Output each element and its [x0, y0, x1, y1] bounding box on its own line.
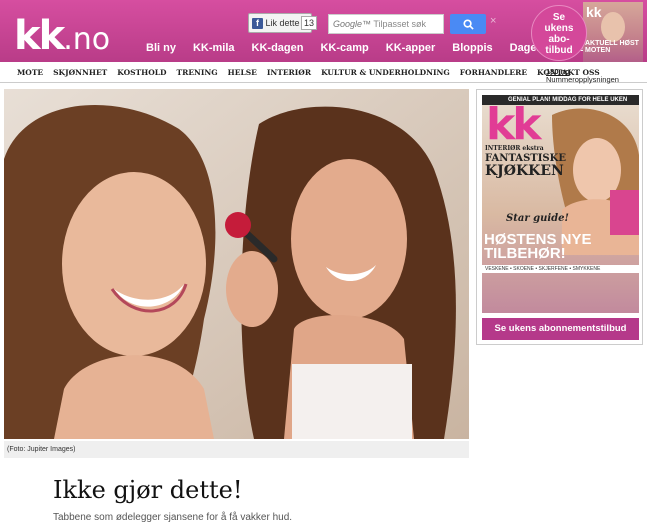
cover-headline: HØSTENS NYE TILBEHØR!: [484, 231, 592, 262]
nav-item-kk-mila[interactable]: KK-mila: [193, 42, 235, 54]
thumbnail-text: AKTUELL HØST MOTEN: [585, 40, 639, 54]
nav-item-kk-camp[interactable]: KK-camp: [320, 42, 368, 54]
search-placeholder: Tilpasset søk: [373, 19, 427, 29]
search-input[interactable]: Google™ Tilpasset søk: [328, 14, 444, 34]
nav-item-bloppis[interactable]: Bloppis: [452, 42, 492, 54]
cover-logo: kk: [486, 99, 542, 150]
search-button[interactable]: [450, 14, 486, 34]
nav-item-bli-ny[interactable]: Bli ny: [146, 42, 176, 54]
photo-caption: (Foto: Jupiter Images): [4, 441, 469, 458]
category-forhandlere[interactable]: FORHANDLERE: [460, 68, 527, 77]
category-helse[interactable]: HELSE: [228, 68, 257, 77]
facebook-icon: f: [252, 18, 263, 30]
like-label: Lik dette: [265, 18, 300, 28]
subscription-offer-button[interactable]: Se ukens abonnementstilbud: [482, 318, 639, 340]
category-skjonnhet[interactable]: SKJØNNHET: [53, 68, 107, 77]
nummeropplysningen-link[interactable]: Nummeropplysningen: [546, 75, 619, 84]
logo-suffix: .no: [63, 22, 111, 57]
magazine-promo: GENIAL PLAN! MIDDAG FOR HELE UKEN kk INT…: [476, 89, 643, 345]
article-lead: Tabbene som ødelegger sjansene for å få …: [53, 512, 293, 523]
badge-line: abo-: [548, 34, 570, 45]
like-count: 13: [301, 16, 318, 30]
category-kultur[interactable]: KULTUR & UNDERHOLDNING: [321, 68, 450, 77]
nav-item-kk-apper[interactable]: KK-apper: [386, 42, 436, 54]
category-mote[interactable]: MOTE: [17, 68, 43, 77]
category-kosthold[interactable]: KOSTHOLD: [117, 68, 166, 77]
search-icon: [462, 18, 474, 30]
cover-stripe: VESKENE • SKOENE • SKJERFENE • SMYKKENE: [482, 265, 639, 273]
category-trening[interactable]: TRENING: [177, 68, 218, 77]
site-logo[interactable]: kk.no: [14, 16, 110, 60]
category-interior[interactable]: INTERIØR: [267, 68, 311, 77]
article-hero-image: [4, 89, 469, 439]
badge-line: tilbud: [545, 45, 573, 56]
cover-text: INTERIØR ekstra: [485, 145, 544, 152]
hero-photo: [4, 89, 469, 439]
badge-line: Se: [552, 12, 566, 23]
cover-model-face: [601, 12, 625, 42]
logo-main: kk: [14, 13, 65, 59]
nav-item-kk-dagen[interactable]: KK-dagen: [252, 42, 304, 54]
close-icon[interactable]: ×: [490, 15, 496, 27]
subscription-offer-badge[interactable]: Se ukens abo- tilbud: [531, 5, 587, 61]
badge-line: ukens: [544, 23, 574, 34]
cover-text: Star guide!: [506, 213, 569, 224]
site-header: kk.no f Lik dette 13 Google™ Tilpasset s…: [0, 0, 647, 62]
cover-text: KJØKKEN: [485, 163, 564, 179]
magazine-thumbnail[interactable]: kk AKTUELL HØST MOTEN: [583, 2, 643, 62]
thumbnail-logo: kk: [586, 4, 602, 20]
magazine-cover[interactable]: GENIAL PLAN! MIDDAG FOR HELE UKEN kk INT…: [482, 95, 639, 313]
search-brand: Google™: [333, 19, 372, 29]
article-title: Ikke gjør dette!: [53, 476, 243, 504]
